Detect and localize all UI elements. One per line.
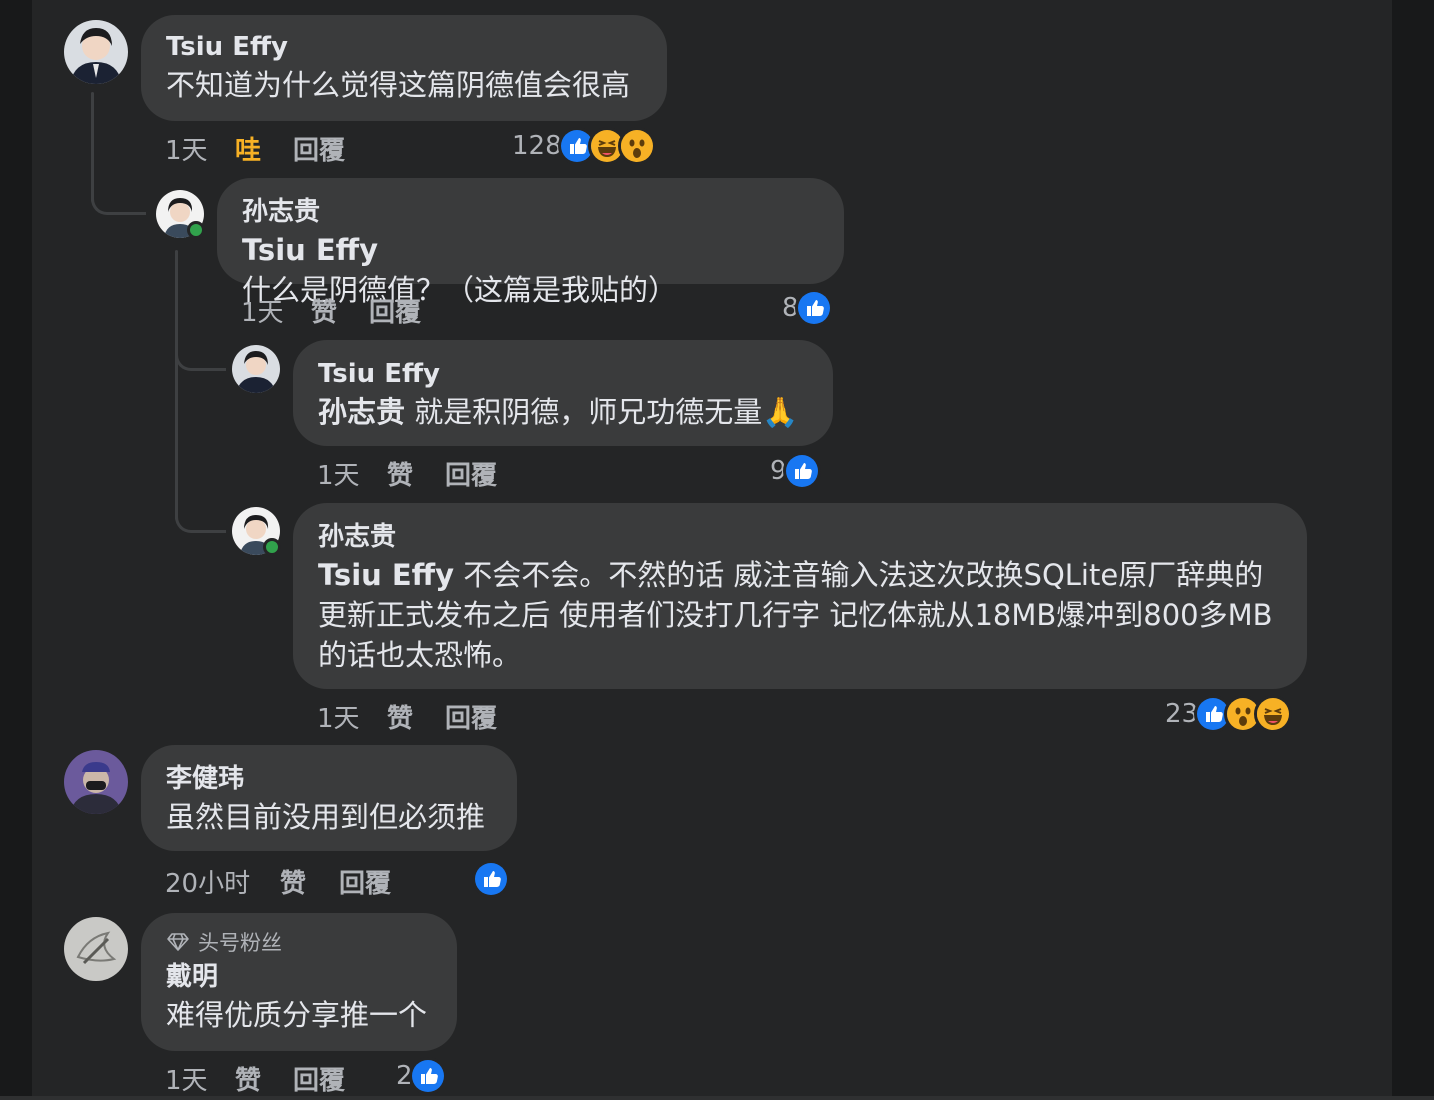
avatar[interactable] <box>64 750 128 814</box>
avatar[interactable] <box>64 917 128 981</box>
thread-line <box>175 250 178 520</box>
thread-connector <box>175 330 226 371</box>
badge-label: 头号粉丝 <box>198 931 282 955</box>
comment-text: Tsiu Effy 不会不会。不然的话 威注音输入法这次改换SQLite原厂辞典… <box>318 558 1273 672</box>
reply-button[interactable]: 回覆 <box>445 455 497 492</box>
comment-actions: 1天 赞 回覆 <box>317 455 617 492</box>
comment-bubble: 孙志贵 Tsiu Effy 不会不会。不然的话 威注音输入法这次改换SQLite… <box>293 503 1307 689</box>
comment-time[interactable]: 1天 <box>317 698 360 735</box>
mention-link[interactable]: Tsiu Effy <box>318 558 454 592</box>
comment-bubble: 李健玮 虽然目前没用到但必须推 <box>141 745 517 851</box>
comment-bubble: Tsiu Effy 不知道为什么觉得这篇阴德值会很高 <box>141 15 667 121</box>
mention-link[interactable]: Tsiu Effy <box>242 233 378 267</box>
comment-text: 难得优质分享推一个 <box>166 998 428 1032</box>
comment-time[interactable]: 1天 <box>241 292 284 329</box>
laugh-icon <box>1254 695 1293 733</box>
reaction-count: 128 <box>512 131 562 161</box>
reaction-summary[interactable]: 128 <box>512 127 656 165</box>
like-icon <box>408 1057 447 1095</box>
top-fan-badge: 头号粉丝 <box>166 925 432 959</box>
reaction-summary[interactable]: 23 <box>1165 695 1293 733</box>
comment-actions: 20小时 赞 回覆 <box>165 863 465 900</box>
comment-actions: 1天 哇 回覆 <box>165 130 515 167</box>
comment-author[interactable]: 孙志贵 <box>318 519 1277 555</box>
like-button[interactable]: 哇 <box>235 130 261 167</box>
reaction-summary[interactable]: 9 <box>770 452 821 490</box>
comment-text: 虽然目前没用到但必须推 <box>166 800 486 834</box>
like-button[interactable]: 赞 <box>280 863 306 900</box>
comment-author[interactable]: Tsiu Effy <box>166 29 642 65</box>
mention-link[interactable]: 孙志贵 <box>318 395 405 429</box>
comment-text: 不知道为什么觉得这篇阴德值会很高 <box>166 68 631 102</box>
online-status-icon <box>263 538 281 556</box>
reaction-summary[interactable] <box>472 860 510 898</box>
bottom-divider <box>0 1096 1434 1100</box>
comment-time[interactable]: 1天 <box>165 130 208 167</box>
reply-button[interactable]: 回覆 <box>293 1060 345 1097</box>
comment-author[interactable]: 李健玮 <box>166 761 492 797</box>
reaction-summary[interactable]: 2 <box>396 1057 447 1095</box>
wow-icon <box>617 127 656 165</box>
online-status-icon <box>187 221 205 239</box>
like-button[interactable]: 赞 <box>235 1060 261 1097</box>
reply-button[interactable]: 回覆 <box>445 698 497 735</box>
thread-connector <box>91 170 146 215</box>
comment-time[interactable]: 20小时 <box>165 863 250 900</box>
comment-author[interactable]: Tsiu Effy <box>318 356 808 392</box>
like-button[interactable]: 赞 <box>387 698 413 735</box>
like-icon <box>472 860 510 898</box>
like-button[interactable]: 赞 <box>387 455 413 492</box>
diamond-icon <box>166 932 190 952</box>
comment-bubble: 孙志贵 Tsiu Effy 什么是阴德值？（这篇是我贴的） <box>217 178 844 307</box>
avatar[interactable] <box>64 20 128 84</box>
comment-time[interactable]: 1天 <box>317 455 360 492</box>
like-button[interactable]: 赞 <box>311 292 337 329</box>
reply-button[interactable]: 回覆 <box>369 292 421 329</box>
reply-button[interactable]: 回覆 <box>339 863 391 900</box>
avatar[interactable] <box>232 345 280 393</box>
comment-actions: 1天 赞 回覆 <box>241 292 541 329</box>
like-icon <box>794 289 833 327</box>
reaction-summary[interactable]: 8 <box>782 289 833 327</box>
thread-connector <box>175 490 226 533</box>
like-icon <box>782 452 821 490</box>
comment-author[interactable]: 戴明 <box>166 959 432 995</box>
comment-actions: 1天 赞 回覆 <box>317 698 617 735</box>
comment-bubble: Tsiu Effy 孙志贵 就是积阴德，师兄功德无量🙏 <box>293 340 833 446</box>
comment-text: 孙志贵 就是积阴德，师兄功德无量🙏 <box>318 395 799 429</box>
reply-button[interactable]: 回覆 <box>293 130 345 167</box>
comment-author[interactable]: 孙志贵 <box>242 194 819 230</box>
comment-time[interactable]: 1天 <box>165 1060 208 1097</box>
comment-bubble: 头号粉丝 戴明 难得优质分享推一个 <box>141 913 457 1051</box>
